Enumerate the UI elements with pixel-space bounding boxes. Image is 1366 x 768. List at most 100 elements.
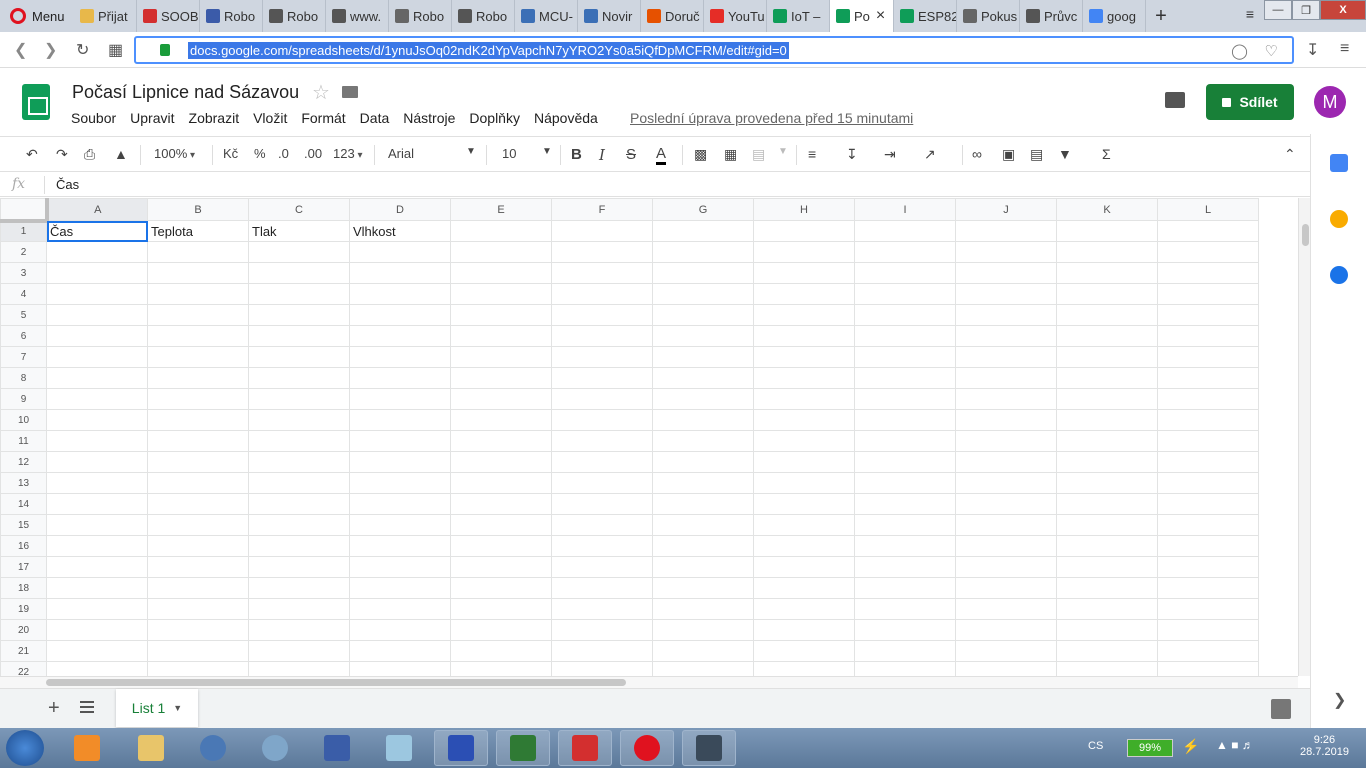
cell-D7[interactable]	[349, 346, 451, 368]
cell-J5[interactable]	[955, 304, 1057, 326]
row-header[interactable]: 10	[0, 409, 47, 431]
cell-F19[interactable]	[551, 598, 653, 620]
cell-I12[interactable]	[854, 451, 956, 473]
cell-B5[interactable]	[147, 304, 249, 326]
row-header[interactable]: 11	[0, 430, 47, 452]
redo-icon[interactable]: ↷	[56, 146, 68, 163]
cell-A17[interactable]	[46, 556, 148, 578]
cell-H14[interactable]	[753, 493, 855, 515]
fill-color-icon[interactable]: ▩	[694, 146, 707, 163]
cell-L20[interactable]	[1157, 619, 1259, 641]
add-sheet-button[interactable]: +	[48, 697, 60, 720]
taskbar-app-7[interactable]	[434, 730, 488, 766]
cell-A8[interactable]	[46, 367, 148, 389]
url-text[interactable]: docs.google.com/spreadsheets/d/1ynuJsOq0…	[188, 41, 789, 59]
browser-tab[interactable]: goog	[1083, 0, 1146, 32]
cell-J9[interactable]	[955, 388, 1057, 410]
column-header[interactable]: F	[551, 198, 653, 221]
cell-G21[interactable]	[652, 640, 754, 662]
font-select[interactable]: Arial	[388, 146, 414, 161]
cell-D18[interactable]	[349, 577, 451, 599]
cell-I11[interactable]	[854, 430, 956, 452]
url-field[interactable]: docs.google.com/spreadsheets/d/1ynuJsOq0…	[134, 36, 1294, 64]
menu-item[interactable]: Nástroje	[403, 110, 455, 126]
cell-K6[interactable]	[1056, 325, 1158, 347]
taskbar-opera[interactable]	[620, 730, 674, 766]
cell-G17[interactable]	[652, 556, 754, 578]
cell-E19[interactable]	[450, 598, 552, 620]
cell-A15[interactable]	[46, 514, 148, 536]
menu-item[interactable]: Nápověda	[534, 110, 598, 126]
row-header[interactable]: 20	[0, 619, 47, 641]
cell-K16[interactable]	[1056, 535, 1158, 557]
cell-G14[interactable]	[652, 493, 754, 515]
cell-F13[interactable]	[551, 472, 653, 494]
filter-icon[interactable]: ▼	[1058, 146, 1072, 162]
share-button[interactable]: Sdílet	[1206, 84, 1294, 120]
menu-item[interactable]: Zobrazit	[189, 110, 240, 126]
download-icon[interactable]: ↧	[1306, 40, 1319, 60]
cell-D12[interactable]	[349, 451, 451, 473]
cell-G18[interactable]	[652, 577, 754, 599]
reload-icon[interactable]: ↻	[76, 40, 89, 60]
cell-I18[interactable]	[854, 577, 956, 599]
cell-B7[interactable]	[147, 346, 249, 368]
cell-D22[interactable]	[349, 661, 451, 676]
cell-F21[interactable]	[551, 640, 653, 662]
cell-F15[interactable]	[551, 514, 653, 536]
cell-J17[interactable]	[955, 556, 1057, 578]
percent-format-button[interactable]: %	[254, 146, 266, 161]
cell-L15[interactable]	[1157, 514, 1259, 536]
cell-D13[interactable]	[349, 472, 451, 494]
row-header[interactable]: 21	[0, 640, 47, 662]
cell-K13[interactable]	[1056, 472, 1158, 494]
minimize-button[interactable]: —	[1264, 0, 1292, 20]
cell-B14[interactable]	[147, 493, 249, 515]
cell-F3[interactable]	[551, 262, 653, 284]
cell-A9[interactable]	[46, 388, 148, 410]
cell-J10[interactable]	[955, 409, 1057, 431]
cell-J18[interactable]	[955, 577, 1057, 599]
row-header[interactable]: 12	[0, 451, 47, 473]
vertical-scrollbar[interactable]	[1298, 198, 1310, 676]
cell-E7[interactable]	[450, 346, 552, 368]
browser-tab[interactable]: Robo	[200, 0, 263, 32]
row-header[interactable]: 1	[0, 220, 47, 242]
cell-C8[interactable]	[248, 367, 350, 389]
new-tab-button[interactable]: +	[1146, 0, 1176, 32]
insert-chart-icon[interactable]: ▤	[1030, 146, 1043, 163]
cell-B15[interactable]	[147, 514, 249, 536]
cell-A3[interactable]	[46, 262, 148, 284]
cell-K1[interactable]	[1056, 220, 1158, 242]
cell-J6[interactable]	[955, 325, 1057, 347]
cell-L10[interactable]	[1157, 409, 1259, 431]
cell-C1[interactable]: Tlak	[248, 220, 350, 242]
strikethrough-icon[interactable]: S	[626, 146, 636, 163]
system-tray[interactable]: ▲ ■ ♬	[1216, 738, 1254, 752]
cell-G1[interactable]	[652, 220, 754, 242]
cell-C21[interactable]	[248, 640, 350, 662]
cell-K8[interactable]	[1056, 367, 1158, 389]
cell-L18[interactable]	[1157, 577, 1259, 599]
cell-C13[interactable]	[248, 472, 350, 494]
snapshot-icon[interactable]: ◯	[1231, 43, 1248, 60]
cell-B2[interactable]	[147, 241, 249, 263]
column-header[interactable]: H	[753, 198, 855, 221]
close-tab-icon[interactable]: ×	[876, 7, 885, 25]
taskbar-app-4[interactable]	[248, 730, 302, 766]
row-header[interactable]: 18	[0, 577, 47, 599]
taskbar-media-player[interactable]	[60, 730, 114, 766]
browser-tab[interactable]: Robo	[452, 0, 515, 32]
cell-J14[interactable]	[955, 493, 1057, 515]
vertical-scroll-thumb[interactable]	[1302, 224, 1309, 246]
cell-J1[interactable]	[955, 220, 1057, 242]
borders-icon[interactable]: ▦	[724, 146, 737, 163]
cell-L3[interactable]	[1157, 262, 1259, 284]
cell-J2[interactable]	[955, 241, 1057, 263]
cell-A21[interactable]	[46, 640, 148, 662]
cell-L6[interactable]	[1157, 325, 1259, 347]
cell-A16[interactable]	[46, 535, 148, 557]
cell-I21[interactable]	[854, 640, 956, 662]
cell-F4[interactable]	[551, 283, 653, 305]
column-header[interactable]: K	[1056, 198, 1158, 221]
